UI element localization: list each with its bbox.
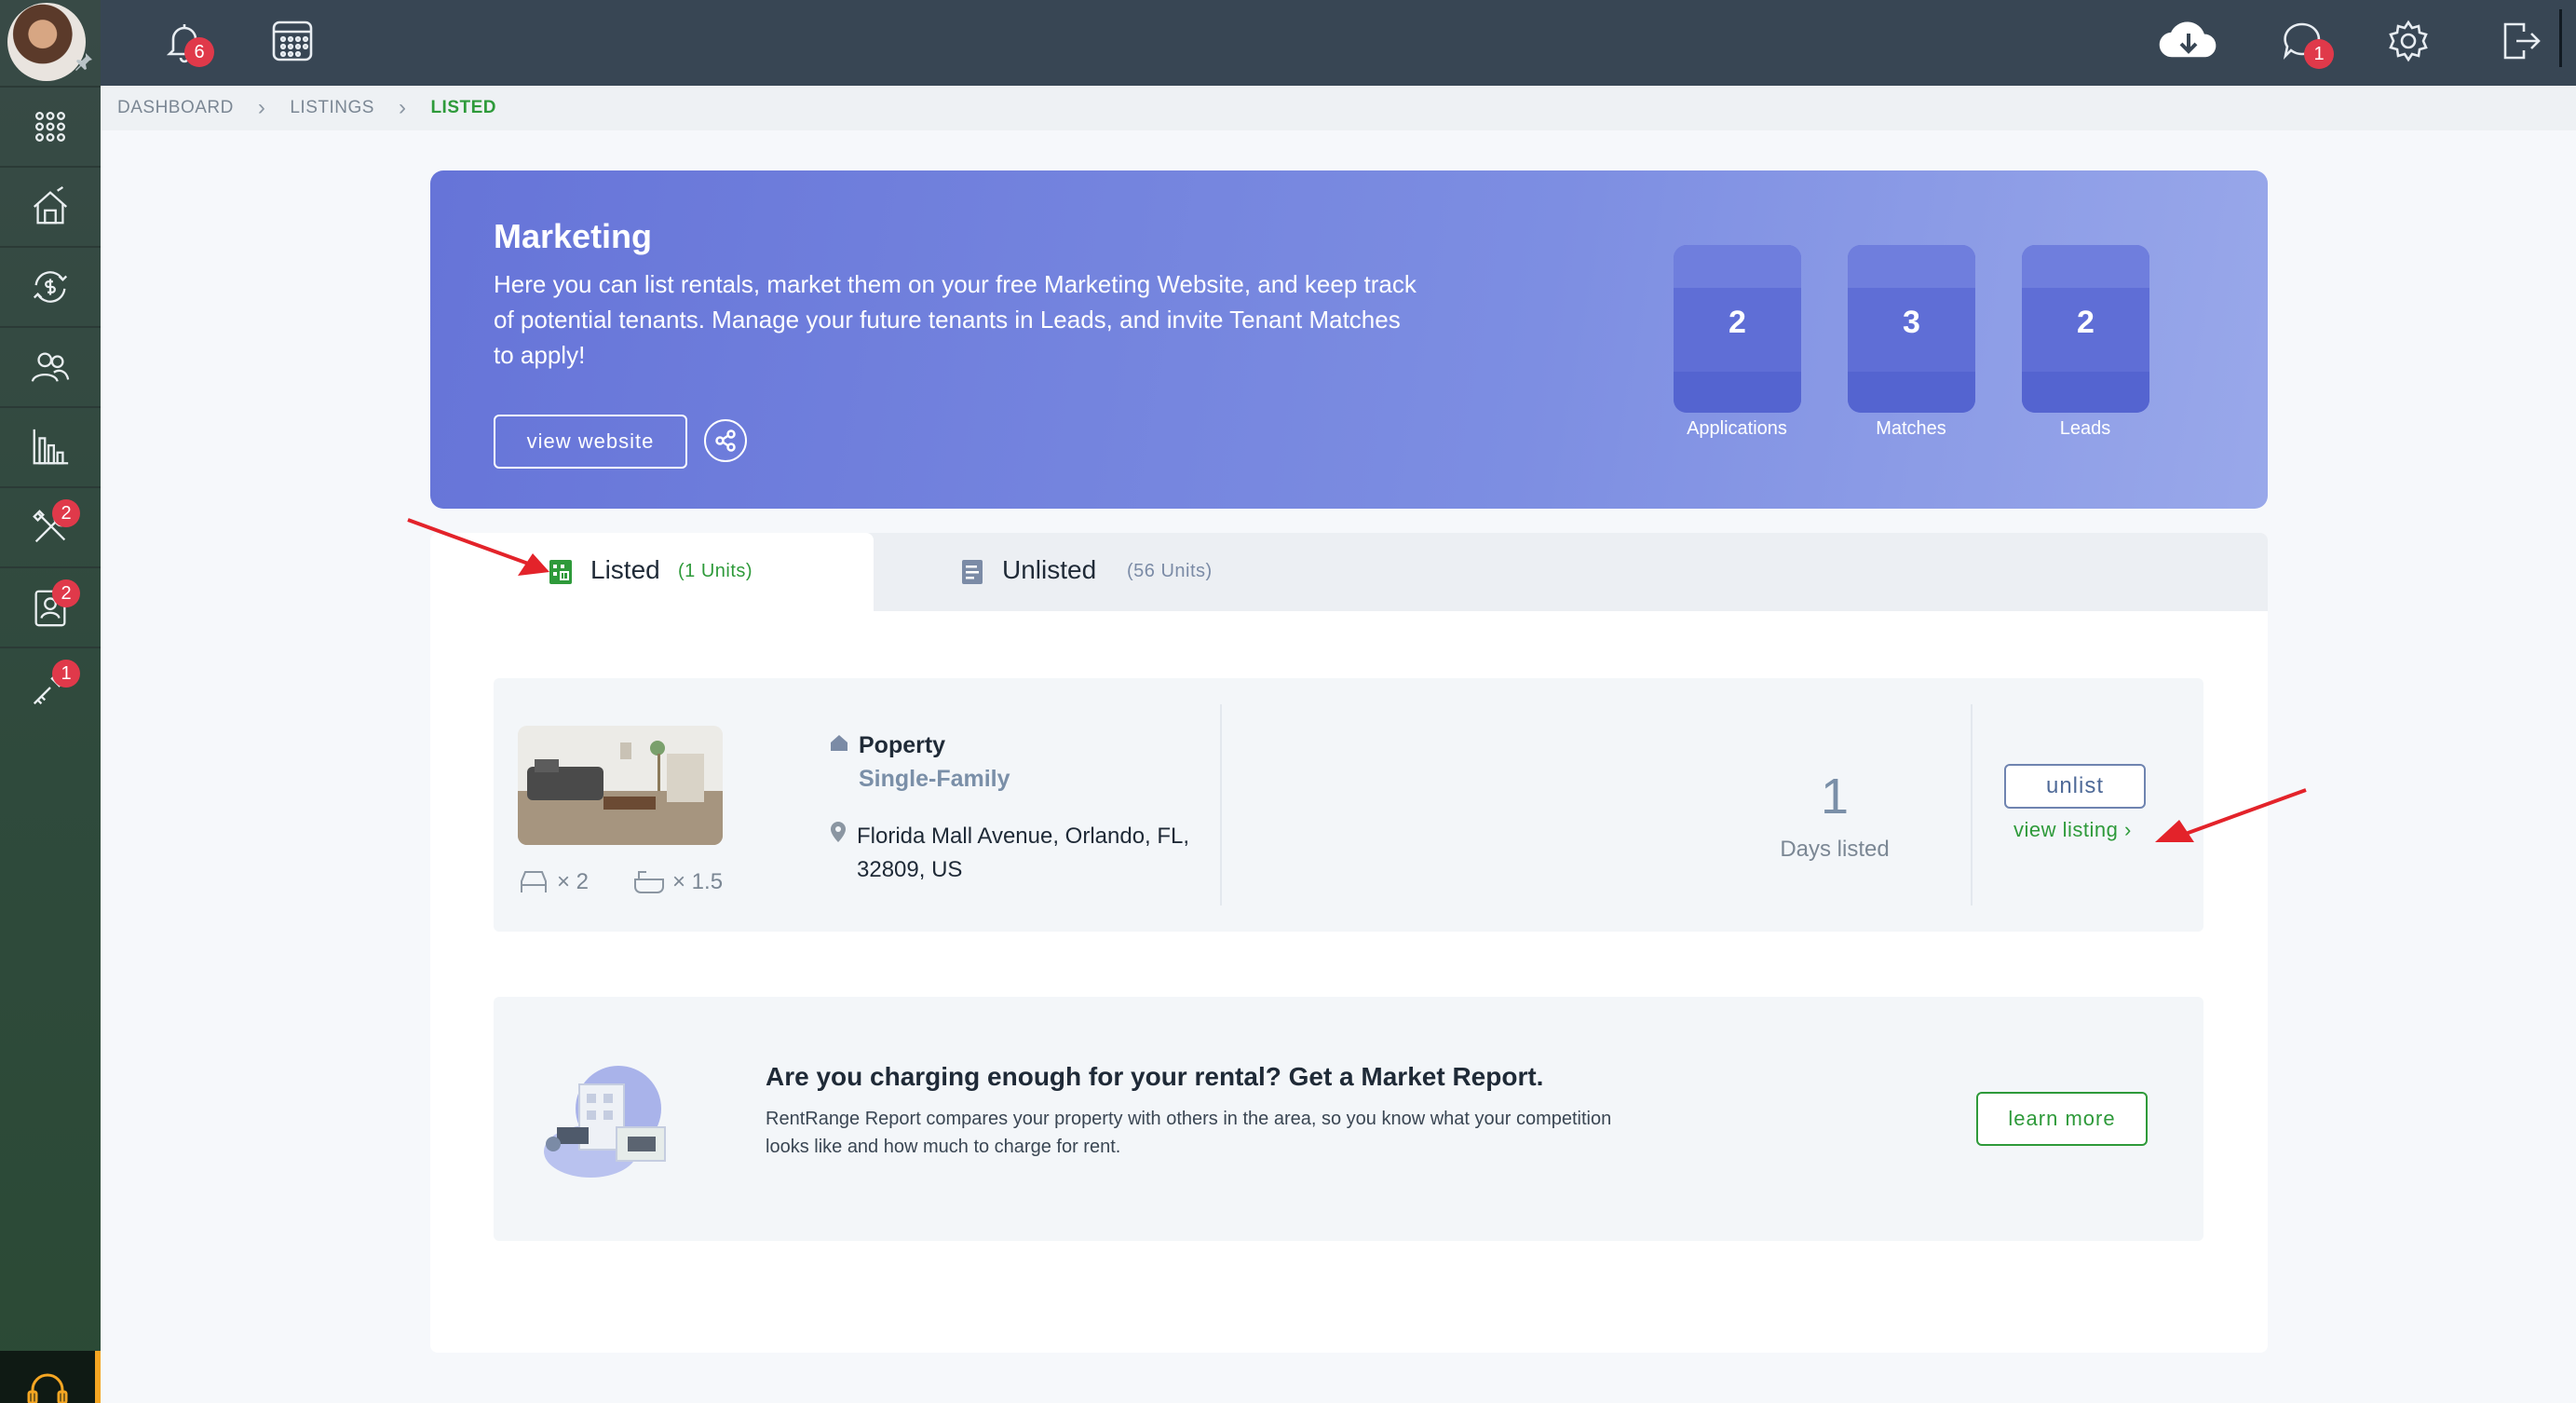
unlist-button[interactable]: unlist [2004,764,2146,809]
property-photo[interactable] [518,726,723,845]
sidebar-item-apps[interactable] [0,86,101,166]
stat-applications-label: Applications [1687,418,1787,439]
report-title: Are you charging enough for your rental?… [766,1062,1544,1091]
stat-applications[interactable]: 2 [1674,245,1801,413]
download-button[interactable] [2157,17,2220,65]
bed-icon [521,871,547,892]
report-description: RentRange Report compares your property … [766,1109,1612,1157]
banner-description: Here you can list rentals, market them o… [494,270,1417,369]
days-listed-label: Days listed [1780,837,1890,862]
stat-card-bottom [2022,372,2149,413]
tab-listed-label: Listed [590,555,660,584]
stat-matches-label: Matches [1876,418,1946,439]
bar-chart-icon [33,429,69,465]
stat-card-bottom [1848,372,1975,413]
gear-icon [2389,20,2428,62]
keys-badge: 1 [52,660,80,688]
bedrooms-count: × 2 [557,869,590,894]
stat-matches-value: 3 [1903,305,1920,340]
tab-unlisted-count: (56 Units) [1127,561,1213,581]
report-illustration [544,1066,666,1178]
location-pin-icon [831,822,846,842]
share-icon [715,429,736,452]
unlisted-document-icon [962,560,983,584]
headset-icon [27,1373,68,1403]
stat-card-bottom [1674,372,1801,413]
messages-button[interactable]: 1 [2278,17,2334,69]
calendar-icon [272,20,313,61]
stat-card-top [1674,245,1801,288]
annotation-arrow-view-listing [2155,788,2307,842]
market-report-promo: Are you charging enough for your rental?… [494,997,2203,1241]
stat-card-top [2022,245,2149,288]
tab-listed-count: (1 Units) [678,561,753,581]
tab-unlisted[interactable]: Unlisted (56 Units) [874,533,2268,611]
sidebar: 2 2 1 [0,0,101,1403]
sidebar-item-people[interactable] [0,326,101,406]
sidebar-item-maintenance[interactable]: 2 [0,486,101,566]
bedrooms: × 2 [518,868,589,896]
sidebar-item-reports[interactable] [0,406,101,486]
days-listed-value: 1 [1820,769,1850,824]
sidebar-item-payments[interactable] [0,246,101,326]
sidebar-item-contacts[interactable]: 2 [0,566,101,647]
notifications-button[interactable]: 6 [160,17,214,67]
view-website-button[interactable]: view website [494,415,687,469]
learn-more-button[interactable]: learn more [1976,1092,2148,1146]
listings-card: Listed (1 Units) Unlisted (56 Units) × 2… [430,533,2268,1353]
contacts-badge: 2 [52,579,80,607]
stat-leads-value: 2 [2077,305,2095,340]
banner-title: Marketing [494,217,653,255]
stat-matches[interactable]: 3 [1848,245,1975,413]
breadcrumb-dashboard[interactable]: DASHBOARD [117,98,234,118]
stat-leads-label: Leads [2059,418,2111,439]
property-address: Florida Mall Avenue, Orlando, FL, 32809,… [857,824,1190,882]
calendar-button[interactable] [268,17,317,65]
people-icon [31,352,70,382]
breadcrumb: DASHBOARD › LISTINGS › LISTED [101,86,2576,130]
sidebar-item-properties[interactable] [0,166,101,246]
breadcrumb-listings[interactable]: LISTINGS [290,98,374,118]
annotation-arrow-listed [407,518,549,576]
topbar-divider [2559,9,2562,67]
home-icon [831,735,847,751]
chevron-right-icon: › [257,95,266,120]
bathrooms-count: × 1.5 [672,869,724,894]
chevron-right-icon: › [398,95,407,120]
notifications-badge: 6 [184,37,214,67]
grid-dots-icon [34,111,66,143]
cloud-download-icon [2159,21,2217,58]
divider [1220,704,1222,906]
living-room-image [518,726,723,845]
listing-row[interactable]: × 2 × 1.5 Poperty Single-Family Florida … [494,678,2203,932]
stat-card-top [1848,245,1975,288]
listing-tabs: Listed (1 Units) Unlisted (56 Units) [430,533,2268,611]
maintenance-badge: 2 [52,499,80,527]
money-cycle-icon [33,271,68,303]
logout-icon [2503,22,2541,60]
tab-unlisted-label: Unlisted [1002,555,1097,584]
top-bar: 6 1 [101,0,2576,86]
support-button[interactable] [0,1351,101,1403]
messages-badge: 1 [2304,39,2334,69]
view-listing-link[interactable]: view listing › [2013,818,2132,842]
house-icon [33,185,68,225]
pin-icon[interactable] [73,50,95,73]
divider [1971,704,1973,906]
stat-applications-value: 2 [1729,305,1746,340]
bathrooms: × 1.5 [633,868,723,896]
marketing-banner: Marketing Here you can list rentals, mar… [430,170,2268,509]
settings-button[interactable] [2384,17,2433,65]
property-type: Single-Family [859,766,1010,792]
sidebar-item-keys[interactable]: 1 [0,647,101,727]
logout-button[interactable] [2496,17,2544,65]
stat-leads[interactable]: 2 [2022,245,2149,413]
breadcrumb-listed: LISTED [430,98,496,117]
share-button[interactable] [704,419,747,462]
property-name[interactable]: Poperty [859,732,945,759]
bathtub-icon [634,871,664,893]
